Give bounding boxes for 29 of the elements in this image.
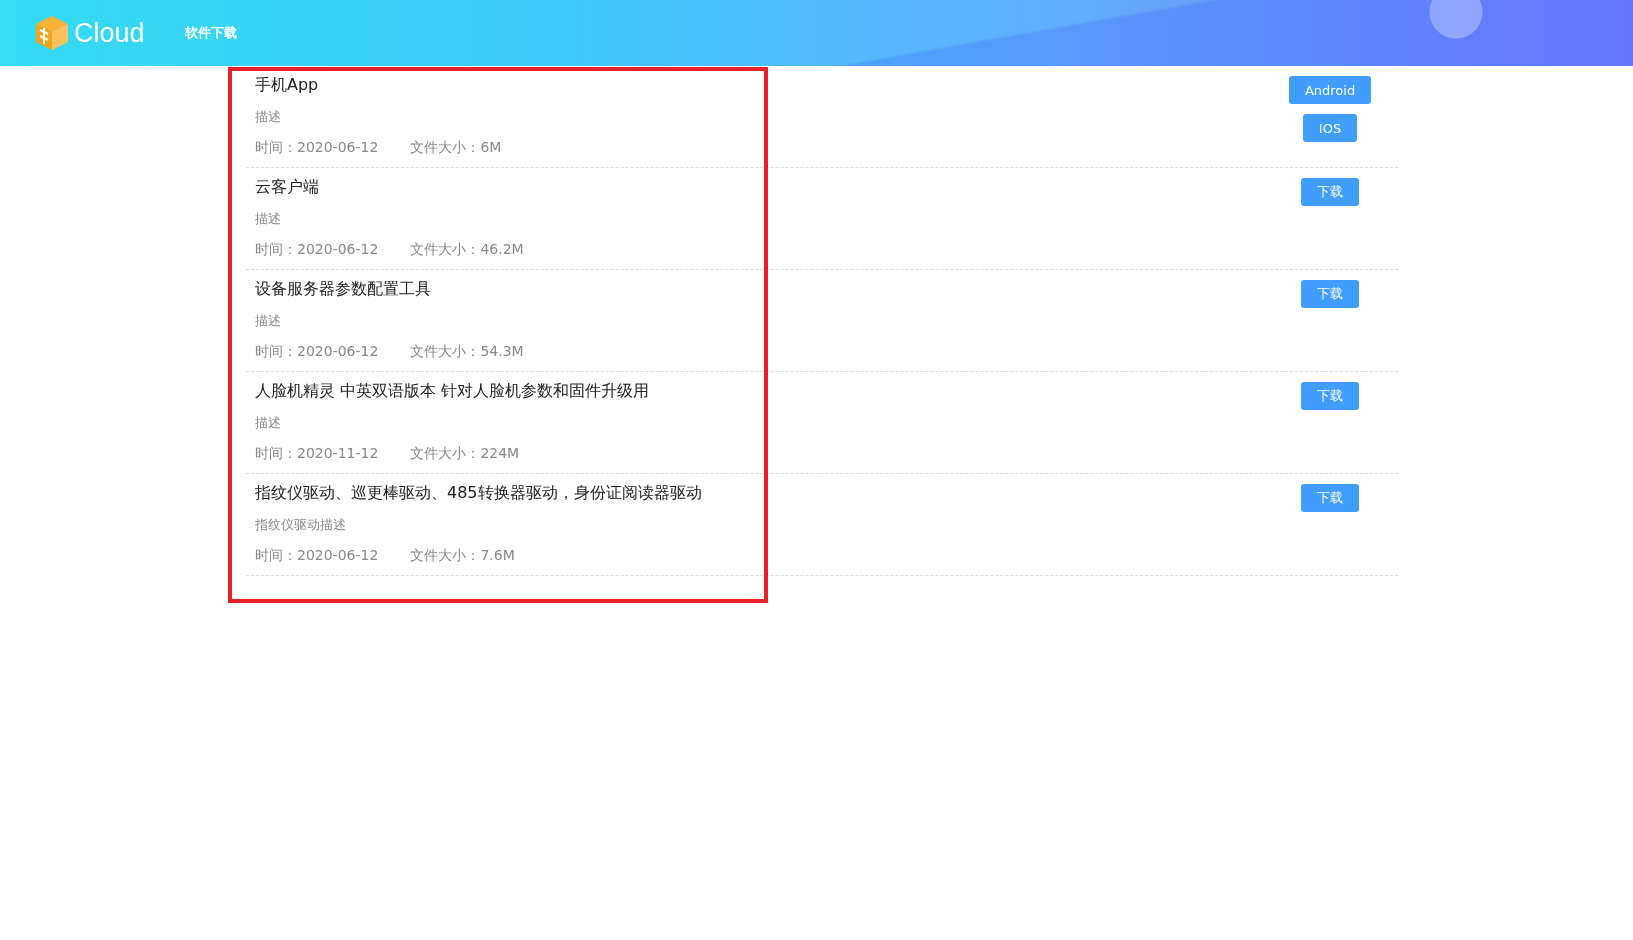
software-description: 指纹仪驱动描述 bbox=[255, 516, 347, 534]
release-date: 时间：2020-06-12 bbox=[255, 546, 379, 565]
software-description: 描述 bbox=[255, 312, 282, 330]
software-title: 人脸机精灵 中英双语版本 针对人脸机参数和固件升级用 bbox=[255, 380, 650, 402]
nav-link[interactable]: 软件下载 bbox=[184, 24, 237, 42]
download-button[interactable]: 下载 bbox=[1301, 484, 1359, 512]
file-size: 文件大小：224M bbox=[410, 444, 520, 463]
release-date: 时间：2020-06-12 bbox=[255, 342, 379, 361]
software-description: 描述 bbox=[255, 414, 282, 432]
logo-text: Cloud bbox=[74, 17, 145, 49]
file-size: 文件大小：46.2M bbox=[410, 240, 524, 259]
software-title: 手机App bbox=[255, 74, 320, 96]
software-title: 设备服务器参数配置工具 bbox=[255, 278, 432, 300]
software-title: 指纹仪驱动、巡更棒驱动、485转换器驱动，身份证阅读器驱动 bbox=[255, 482, 702, 504]
cube-logo-icon bbox=[34, 14, 70, 52]
software-title: 云客户端 bbox=[255, 176, 320, 198]
file-size: 文件大小：7.6M bbox=[410, 546, 515, 565]
download-button[interactable]: Android bbox=[1288, 76, 1372, 104]
release-date: 时间：2020-11-12 bbox=[255, 444, 379, 463]
download-button[interactable]: IOS bbox=[1302, 114, 1358, 142]
release-date: 时间：2020-06-12 bbox=[255, 240, 379, 259]
release-date: 时间：2020-06-12 bbox=[255, 138, 379, 157]
download-button[interactable]: 下载 bbox=[1301, 382, 1359, 410]
software-description: 描述 bbox=[255, 210, 282, 228]
download-button[interactable]: 下载 bbox=[1301, 178, 1359, 206]
file-size: 文件大小：6M bbox=[410, 138, 502, 157]
file-size: 文件大小：54.3M bbox=[410, 342, 524, 361]
software-description: 描述 bbox=[255, 108, 282, 126]
download-button[interactable]: 下载 bbox=[1301, 280, 1359, 308]
